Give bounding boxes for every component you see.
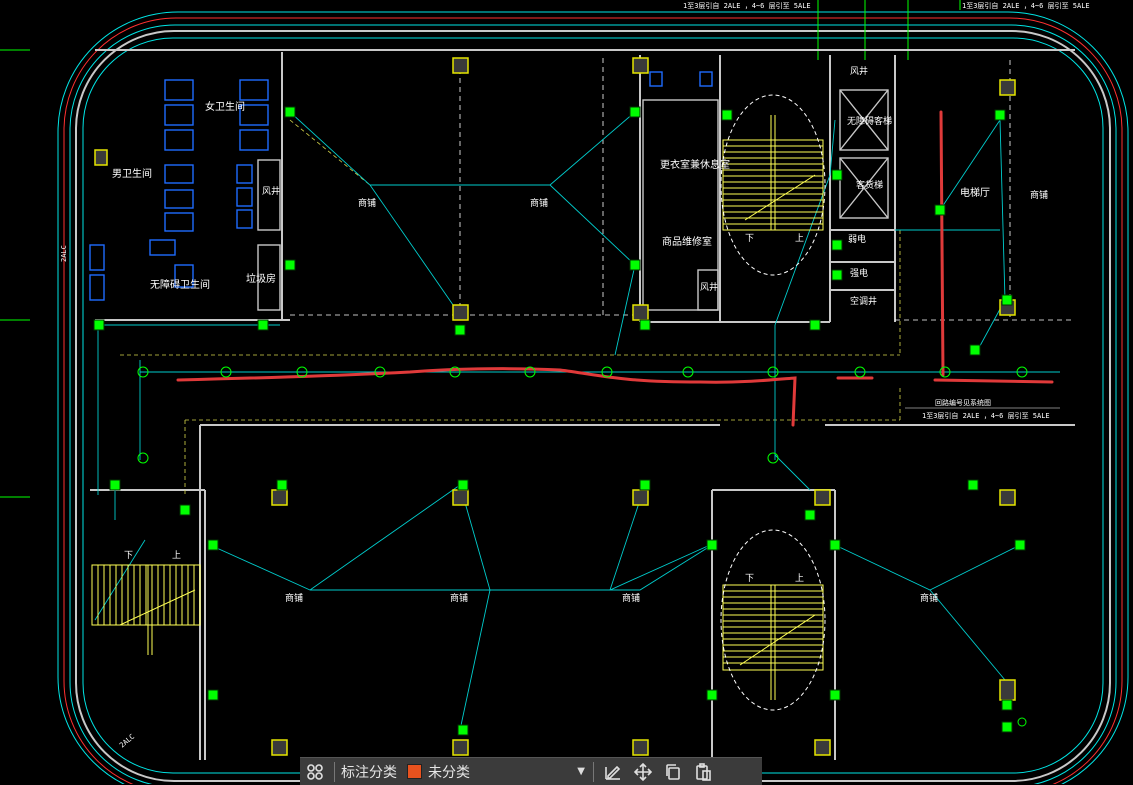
label-stair-down-3: 下 — [745, 574, 754, 584]
label-ac-well: 空调井 — [850, 295, 877, 307]
label-strong-current: 强电 — [850, 267, 868, 279]
label-stair-down-2: 下 — [745, 234, 754, 244]
category-value: 未分类 — [428, 764, 470, 781]
toolbar-separator — [334, 761, 335, 782]
note-circuit: 回路编号见系统图 — [935, 398, 991, 407]
label-shop-top-1: 商铺 — [358, 197, 376, 209]
label-stair-up-3: 上 — [795, 573, 804, 584]
label-weak-current: 弱电 — [848, 233, 866, 245]
label-shop-bottom-3: 商铺 — [622, 592, 640, 604]
note-circuit-source: 1至3层引自 2ALE ，4~6 层引至 5ALE — [922, 411, 1050, 420]
label-stair-up-1: 上 — [172, 550, 181, 561]
annotation-category-label: 标注分类 — [341, 764, 397, 781]
label-elevator-hall: 电梯厅 — [960, 186, 990, 199]
label-shop-bottom-1: 商铺 — [285, 592, 303, 604]
cad-drawing-canvas[interactable]: 女卫生间 男卫生间 无障碍卫生间 垃圾房 风井 商铺 商铺 更衣室兼休息室 商品… — [0, 0, 1133, 784]
side-label-top: 2ALC — [60, 245, 68, 262]
note-top-center: 1至3层引自 2ALE ，4~6 层引至 5ALE — [683, 1, 811, 10]
label-stair-down-1: 下 — [124, 551, 133, 561]
label-stair-up-2: 上 — [795, 233, 804, 244]
label-fan-shaft-mid: 风井 — [700, 281, 718, 293]
label-passenger-elevator: 客货梯 — [856, 179, 883, 191]
label-shop-bottom-4: 商铺 — [920, 592, 938, 604]
label-shop-right: 商铺 — [1030, 189, 1048, 201]
label-women-wc: 女卫生间 — [205, 100, 245, 113]
label-shop-bottom-2: 商铺 — [450, 592, 468, 604]
annotation-toolbar: 标注分类 未分类 ▼ — [300, 757, 762, 785]
label-fan-shaft-left: 风井 — [262, 185, 280, 197]
note-top-right: 1至3层引自 2ALE ，4~6 层引至 5ALE — [962, 1, 1090, 10]
toolbar-separator — [593, 761, 594, 782]
category-color-swatch — [407, 764, 422, 779]
label-men-wc: 男卫生间 — [112, 167, 152, 180]
label-accessible-wc: 无障碍卫生间 — [150, 278, 210, 291]
label-repair-room: 商品维修室 — [662, 235, 712, 248]
copy-icon[interactable] — [658, 758, 688, 785]
category-dropdown[interactable]: 未分类 ▼ — [403, 761, 589, 783]
edit-icon[interactable] — [598, 758, 628, 785]
paste-icon[interactable] — [688, 758, 718, 785]
grid-icon[interactable] — [300, 758, 330, 785]
label-accessible-elevator: 无障碍客梯 — [847, 115, 892, 127]
label-shop-top-2: 商铺 — [530, 197, 548, 209]
move-icon[interactable] — [628, 758, 658, 785]
label-garbage: 垃圾房 — [246, 272, 276, 285]
label-fan-shaft-right: 风井 — [850, 65, 868, 77]
label-changing-room: 更衣室兼休息室 — [660, 158, 730, 171]
chevron-down-icon: ▼ — [577, 766, 585, 777]
